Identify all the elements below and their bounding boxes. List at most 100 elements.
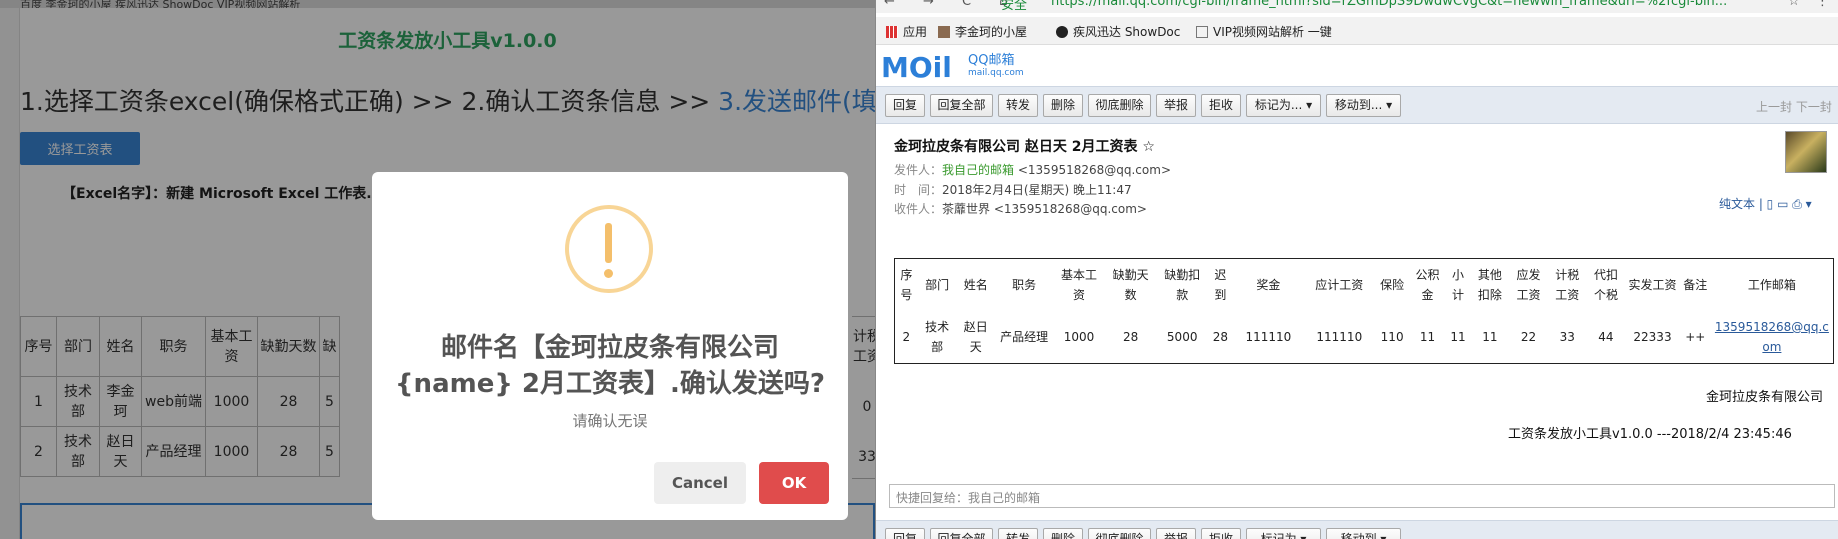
table-header: 序号 (900, 268, 913, 302)
move-to-dropdown[interactable]: 移动到... ▾ (1326, 94, 1401, 117)
table-header: 应计工资 (1315, 278, 1364, 292)
table-cell: 11 (1450, 330, 1466, 344)
bookmark-item[interactable]: VIP视频网站解析 一键 (1196, 23, 1332, 40)
reply-button[interactable]: 回复 (885, 94, 925, 117)
reply-all-button[interactable]: 回复全部 (930, 94, 993, 117)
showdoc-icon (1056, 26, 1068, 38)
reply-all-button[interactable]: 回复全部 (930, 528, 993, 539)
logo-url: mail.qq.com (968, 68, 1024, 78)
bookmark-item[interactable]: 疾风迅达 ShowDoc (1056, 23, 1180, 40)
table-row: 2 技术部 赵日天 产品经理 1000 28 5000 28 111110 11… (895, 311, 1834, 364)
avatar (1785, 131, 1827, 173)
move-to-dropdown[interactable]: 移动到 ▾ (1326, 528, 1401, 539)
work-email-link[interactable]: 1359518268@qq.com (1711, 311, 1834, 364)
table-cell: 1000 (1063, 330, 1095, 344)
warning-icon (565, 205, 653, 293)
table-header-row: 序号 部门 姓名 职务 基本工资 缺勤天数 缺勤扣款 迟到 奖金 应计工资 保险… (895, 259, 1834, 312)
mark-as-dropdown[interactable]: 标记为... ▾ (1246, 94, 1321, 117)
table-cell: 28 (1122, 330, 1139, 344)
table-cell: 5000 (1166, 330, 1198, 344)
table-header: 工作邮箱 (1747, 278, 1796, 292)
nav-buttons[interactable]: ← → C ⌂ (884, 0, 1020, 9)
table-cell: 赵日天 (963, 320, 988, 354)
table-header: 小计 (1452, 268, 1465, 302)
table-cell: 产品经理 (1000, 330, 1049, 344)
table-cell: 111110 (1245, 330, 1292, 344)
apps-icon (886, 26, 898, 38)
table-header: 代扣个税 (1593, 268, 1618, 302)
logo-subtitle: QQ邮箱 (968, 53, 1015, 68)
report-button[interactable]: 举报 (1156, 528, 1196, 539)
table-header: 应发工资 (1516, 268, 1541, 302)
recipient-line: 收件人：茶蘼世界 <1359518268@qq.com> (894, 202, 1147, 216)
right-browser-window: ← → C ⌂ 安全 https://mail.qq.com/cgi-bin/f… (875, 0, 1838, 539)
bookmark-icon (938, 26, 950, 38)
table-cell: 110 (1380, 330, 1404, 344)
ok-button[interactable]: OK (759, 462, 829, 504)
delete-button[interactable]: 删除 (1043, 94, 1083, 117)
address-bar[interactable]: ← → C ⌂ 安全 https://mail.qq.com/cgi-bin/f… (876, 0, 1838, 13)
menu-icon[interactable]: ⋮ (1816, 0, 1829, 9)
sender-line: 发件人：我自己的邮箱 <1359518268@qq.com> (894, 163, 1171, 177)
table-cell: 28 (1212, 330, 1229, 344)
mail-toolbar-bottom: 回复 回复全部 转发 删除 彻底删除 举报 拒收 标记为 ▾ 移动到 ▾ (876, 520, 1838, 539)
mark-as-dropdown[interactable]: 标记为 ▾ (1246, 528, 1321, 539)
left-browser-window: 百度 李金珂的小屋 疾风迅达 ShowDoc VIP视频网站解析 工资条发放小工… (0, 0, 875, 539)
bookmark-apps[interactable]: 应用 (886, 23, 927, 40)
secure-label: 安全 (1001, 0, 1028, 13)
forward-button[interactable]: 转发 (998, 94, 1038, 117)
mail-toolbar: 回复 回复全部 转发 删除 彻底删除 举报 拒收 标记为... ▾ 移动到...… (876, 86, 1838, 124)
mail-subject: 金珂拉皮条有限公司 赵日天 2月工资表 ☆ (894, 139, 1155, 155)
table-header: 迟到 (1214, 268, 1227, 302)
table-cell: 22333 (1633, 330, 1672, 344)
reject-button[interactable]: 拒收 (1201, 94, 1241, 117)
table-cell: 2 (902, 330, 911, 344)
table-cell: 技术部 (925, 320, 950, 354)
reject-button[interactable]: 拒收 (1201, 528, 1241, 539)
forward-button[interactable]: 转发 (998, 528, 1038, 539)
table-header: 奖金 (1256, 278, 1281, 292)
table-cell: 22 (1520, 330, 1537, 344)
sender-name[interactable]: 我自己的邮箱 (942, 163, 1014, 177)
signature-tool: 工资条发放小工具v1.0.0 ---2018/2/4 23:45:46 (1508, 427, 1792, 442)
confirm-dialog: 邮件名【金珂拉皮条有限公司 {name} 2月工资表】.确认发送吗? 请确认无误… (372, 172, 848, 520)
time-line: 时 间：2018年2月4日(星期天) 晚上11:47 (894, 183, 1132, 197)
table-cell: 44 (1598, 330, 1614, 344)
dialog-title: 邮件名【金珂拉皮条有限公司 {name} 2月工资表】.确认发送吗? (395, 333, 825, 399)
quick-reply-input[interactable]: 快捷回复给：我自己的邮箱 (889, 484, 1835, 508)
qqmail-logo[interactable]: MOil (881, 51, 952, 84)
page-icon (1196, 26, 1208, 38)
view-options[interactable]: 纯文本 | ▯ ▭ ⎙ ▾ (1719, 195, 1812, 212)
cancel-button[interactable]: Cancel (654, 462, 746, 504)
bookmarks-bar: 应用 李金珂的小屋 疾风迅达 ShowDoc VIP视频网站解析 一键 (876, 17, 1838, 45)
table-cell: 33 (1559, 330, 1575, 344)
mail-header: MOil QQ邮箱 mail.qq.com (876, 46, 1838, 86)
table-cell: ++ (1685, 330, 1706, 344)
table-header: 计税工资 (1555, 268, 1580, 302)
signature-company: 金珂拉皮条有限公司 (1706, 390, 1824, 405)
table-cell: 11 (1419, 330, 1436, 344)
table-header: 职务 (1012, 278, 1037, 292)
table-header: 姓名 (963, 278, 988, 292)
delete-permanently-button[interactable]: 彻底删除 (1088, 528, 1151, 539)
table-header: 备注 (1683, 278, 1708, 292)
pager[interactable]: 上一封 下一封 (1756, 98, 1832, 115)
table-header: 部门 (925, 278, 950, 292)
table-header: 实发工资 (1628, 278, 1677, 292)
star-icon[interactable]: ☆ (1788, 0, 1800, 9)
table-header: 公积金 (1415, 268, 1440, 302)
table-cell: 111110 (1316, 330, 1363, 344)
dialog-text: 请确认无误 (572, 412, 648, 430)
table-header: 保险 (1380, 278, 1405, 292)
reply-button[interactable]: 回复 (885, 528, 925, 539)
table-header: 缺勤扣款 (1164, 268, 1201, 302)
table-header: 其他扣除 (1477, 268, 1502, 302)
delete-button[interactable]: 删除 (1043, 528, 1083, 539)
delete-permanently-button[interactable]: 彻底删除 (1088, 94, 1151, 117)
bookmark-item[interactable]: 李金珂的小屋 (938, 23, 1027, 40)
url-text[interactable]: https://mail.qq.com/cgi-bin/frame_html?s… (1051, 0, 1727, 9)
table-header: 缺勤天数 (1112, 268, 1149, 302)
table-cell: 11 (1482, 330, 1498, 344)
mail-salary-table: 序号 部门 姓名 职务 基本工资 缺勤天数 缺勤扣款 迟到 奖金 应计工资 保险… (894, 258, 1834, 364)
report-button[interactable]: 举报 (1156, 94, 1196, 117)
